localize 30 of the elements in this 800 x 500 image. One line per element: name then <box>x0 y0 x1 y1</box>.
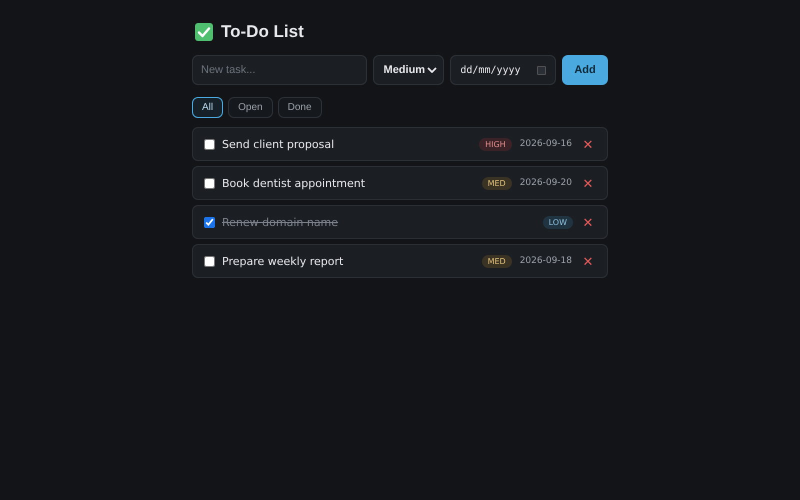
task-checkbox[interactable] <box>204 216 215 228</box>
due-date: 2026-09-18 <box>520 256 572 266</box>
calendar-icon <box>537 66 546 74</box>
priority-dropdown[interactable]: Medium <box>372 55 444 85</box>
delete-button[interactable]: ✕ <box>581 176 595 190</box>
due-date: 2026-09-20 <box>520 178 572 188</box>
priority-tag: MED <box>482 176 512 190</box>
filter-tab[interactable]: Done <box>278 97 322 118</box>
filter-tab[interactable]: Open <box>228 97 273 118</box>
add-button[interactable]: Add <box>562 55 608 85</box>
chevron-icon <box>427 67 438 73</box>
date-field[interactable]: dd/mm/yyyy <box>450 55 556 85</box>
delete-button[interactable]: ✕ <box>581 214 595 230</box>
task-text: Renew domain name <box>222 216 340 228</box>
task-checkbox[interactable] <box>204 256 215 266</box>
task-input[interactable]: New task... <box>192 55 367 85</box>
task-checkbox[interactable] <box>204 138 215 150</box>
priority-tag: MED <box>482 254 512 268</box>
task-text: Book dentist appointment <box>222 176 366 190</box>
task-checkbox[interactable] <box>204 178 215 188</box>
task-text: Prepare weekly report <box>222 254 344 268</box>
priority-tag: HIGH <box>479 138 512 150</box>
task-text: Send client proposal <box>222 138 336 150</box>
app-title: To-Do List <box>221 22 304 42</box>
checkmark-icon <box>195 23 213 41</box>
delete-button[interactable]: ✕ <box>581 254 595 268</box>
delete-button[interactable]: ✕ <box>581 136 595 152</box>
priority-tag: LOW <box>542 216 573 228</box>
filter-tab[interactable]: All <box>192 97 224 118</box>
due-date: 2026-09-16 <box>520 139 572 149</box>
